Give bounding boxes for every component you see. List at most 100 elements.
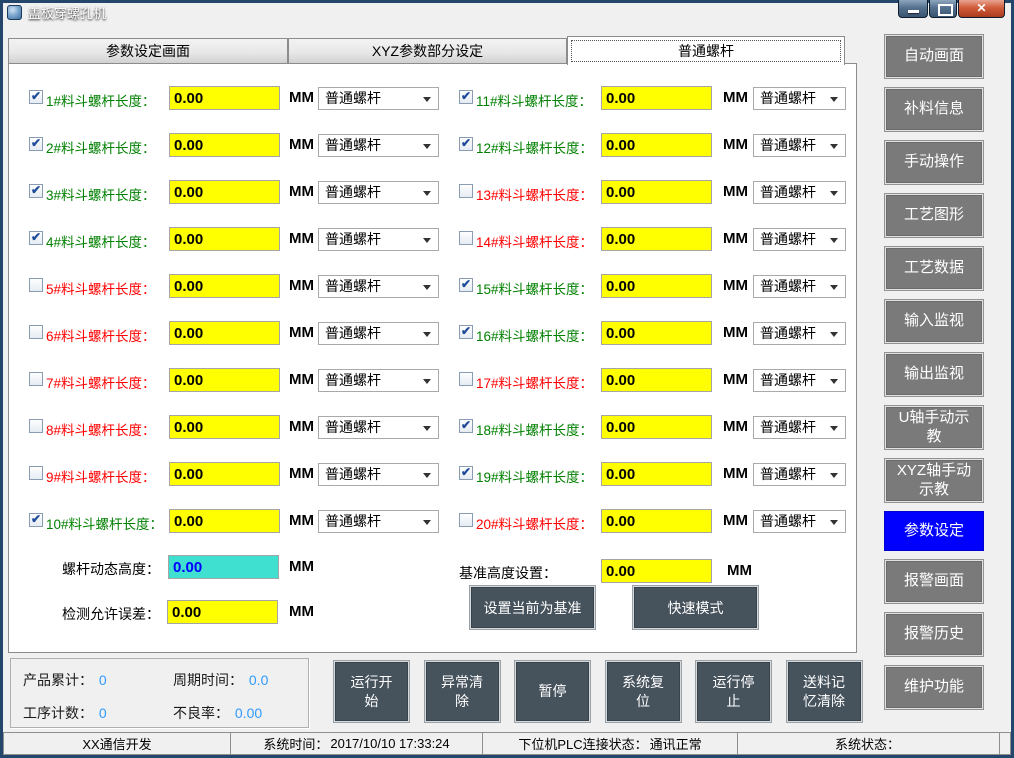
screw-length-input[interactable] (601, 368, 712, 392)
minimize-button[interactable] (898, 0, 928, 18)
app-window: 盖板穿螺孔机 参数设定画面 XYZ参数部分设定 普通螺杆 1#料斗螺杆长度： M… (0, 0, 1014, 758)
base-height-label: 基准高度设置： (459, 563, 557, 583)
fast-mode-button[interactable]: 快速模式 (632, 585, 759, 630)
set-base-button[interactable]: 设置当前为基准 (469, 585, 596, 630)
nav-button[interactable]: 输入监视 (884, 299, 984, 344)
nav-button[interactable]: 报警历史 (884, 612, 984, 657)
control-button[interactable]: 系统复位 (605, 660, 682, 723)
nav-button[interactable]: 补料信息 (884, 87, 984, 132)
screw-length-input[interactable] (601, 462, 712, 486)
nav-button[interactable]: 参数设定 (884, 511, 984, 551)
enable-checkbox[interactable] (459, 184, 473, 198)
enable-checkbox[interactable] (459, 325, 473, 339)
nav-button[interactable]: 报警画面 (884, 559, 984, 604)
screw-type-value: 普通螺杆 (760, 184, 816, 200)
chevron-down-icon (830, 379, 838, 388)
screw-length-input[interactable] (601, 86, 712, 110)
screw-length-row: 14#料斗螺杆长度： MM 普通螺杆 (9, 227, 856, 252)
screw-type-value: 普通螺杆 (760, 90, 816, 106)
sidebar-nav: 自动画面补料信息手动操作工艺图形工艺数据输入监视输出监视 U轴手动示教 XYZ轴手动… (884, 34, 984, 710)
nav-button[interactable]: XYZ轴手动示教 (884, 458, 984, 503)
screw-type-select[interactable]: 普通螺杆 (753, 510, 846, 533)
unit-label: MM (723, 277, 748, 294)
nav-button[interactable]: 工艺图形 (884, 193, 984, 238)
screw-length-row: 17#料斗螺杆长度： MM 普通螺杆 (9, 368, 856, 393)
nav-button[interactable]: 维护功能 (884, 665, 984, 710)
unit-label: MM (723, 230, 748, 247)
screw-type-select[interactable]: 普通螺杆 (753, 87, 846, 110)
screw-row-label: 16#料斗螺杆长度： (476, 325, 593, 345)
window-controls (897, 0, 1005, 18)
screw-type-select[interactable]: 普通螺杆 (753, 228, 846, 251)
control-button[interactable]: 送料记忆清除 (786, 660, 863, 723)
screw-type-value: 普通螺杆 (760, 137, 816, 153)
control-button[interactable]: 运行开始 (333, 660, 410, 723)
nav-button[interactable]: 手动操作 (884, 140, 984, 185)
tab[interactable]: 参数设定画面 (8, 38, 288, 63)
nav-button[interactable]: 输出监视 (884, 352, 984, 397)
window-title: 盖板穿螺孔机 (28, 3, 106, 22)
status-plc-value: 通讯正常 (649, 734, 703, 753)
maximize-button[interactable] (929, 0, 957, 18)
chevron-down-icon (830, 238, 838, 247)
base-height-input[interactable] (601, 559, 712, 583)
enable-checkbox[interactable] (459, 466, 473, 480)
status-time-value: 2017/10/10 17:33:24 (329, 736, 450, 751)
screw-length-input[interactable] (601, 180, 712, 204)
control-button[interactable]: 运行停止 (695, 660, 772, 723)
chevron-down-icon (830, 191, 838, 200)
unit-label: MM (723, 465, 748, 482)
unit-label: MM (723, 371, 748, 388)
screw-row-label: 17#料斗螺杆长度： (476, 372, 593, 392)
control-button[interactable]: 暂停 (514, 660, 591, 723)
tab-label: XYZ参数部分设定 (372, 41, 483, 61)
unit-label: MM (723, 512, 748, 529)
screw-type-select[interactable]: 普通螺杆 (753, 181, 846, 204)
chevron-down-icon (830, 97, 838, 106)
screw-length-input[interactable] (601, 274, 712, 298)
screw-type-select[interactable]: 普通螺杆 (753, 322, 846, 345)
screw-length-input[interactable] (601, 415, 712, 439)
screw-row-label: 18#料斗螺杆长度： (476, 419, 593, 439)
screw-type-select[interactable]: 普通螺杆 (753, 369, 846, 392)
counter-value: 0.00 (233, 705, 262, 721)
screw-type-select[interactable]: 普通螺杆 (753, 134, 846, 157)
counters-panel: 产品累计： 0 周期时间： 0.0 工序计数： 0 不良率： 0.00 (10, 658, 309, 728)
enable-checkbox[interactable] (459, 372, 473, 386)
close-button[interactable] (958, 0, 1005, 18)
status-dev: XX通信开发 (81, 734, 152, 753)
enable-checkbox[interactable] (459, 231, 473, 245)
enable-checkbox[interactable] (459, 419, 473, 433)
enable-checkbox[interactable] (459, 137, 473, 151)
screw-length-row: 12#料斗螺杆长度： MM 普通螺杆 (9, 133, 856, 158)
screw-type-select[interactable]: 普通螺杆 (753, 275, 846, 298)
nav-button[interactable]: U轴手动示教 (884, 405, 984, 450)
enable-checkbox[interactable] (459, 90, 473, 104)
screw-row-label: 11#料斗螺杆长度： (476, 90, 592, 110)
tab-label: 参数设定画面 (106, 41, 190, 61)
chevron-down-icon (830, 426, 838, 435)
nav-button[interactable]: 工艺数据 (884, 246, 984, 291)
screw-row-label: 14#料斗螺杆长度： (476, 231, 593, 251)
tolerance-input[interactable] (167, 600, 278, 624)
tab[interactable]: 普通螺杆 (567, 36, 845, 65)
unit-label: MM (723, 418, 748, 435)
screw-row-label: 12#料斗螺杆长度： (476, 137, 593, 157)
enable-checkbox[interactable] (459, 278, 473, 292)
tab-label: 普通螺杆 (678, 41, 734, 61)
screw-type-value: 普通螺杆 (760, 325, 816, 341)
enable-checkbox[interactable] (459, 513, 473, 527)
counter-item: 工序计数： 0 (23, 703, 173, 727)
nav-button[interactable]: 自动画面 (884, 34, 984, 79)
tab[interactable]: XYZ参数部分设定 (288, 38, 567, 63)
screw-type-value: 普通螺杆 (760, 231, 816, 247)
screw-length-input[interactable] (601, 133, 712, 157)
screw-type-select[interactable]: 普通螺杆 (753, 416, 846, 439)
screw-length-input[interactable] (601, 321, 712, 345)
screw-length-input[interactable] (601, 227, 712, 251)
control-button[interactable]: 异常清除 (424, 660, 501, 723)
screw-type-select[interactable]: 普通螺杆 (753, 463, 846, 486)
screw-length-input[interactable] (601, 509, 712, 533)
screw-length-row: 19#料斗螺杆长度： MM 普通螺杆 (9, 462, 856, 487)
screw-length-row: 18#料斗螺杆长度： MM 普通螺杆 (9, 415, 856, 440)
